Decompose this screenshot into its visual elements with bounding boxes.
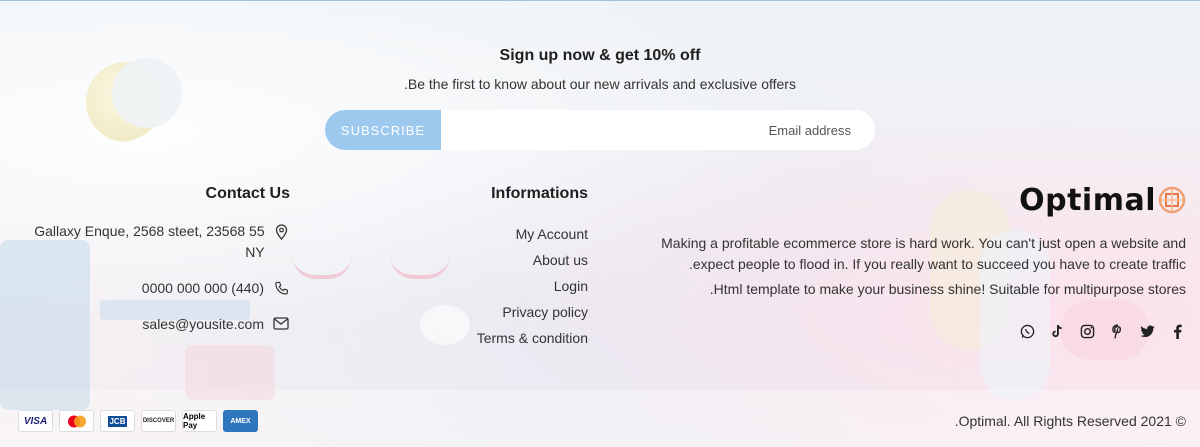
copyright-text: .Optimal. All Rights Reserved 2021 © <box>954 413 1186 429</box>
top-border <box>0 0 1200 1</box>
newsletter-subtitle: .Be the first to know about our new arri… <box>404 76 796 92</box>
envelope-icon <box>272 314 290 330</box>
logo-text: Optimal <box>1019 182 1156 218</box>
subscribe-button[interactable]: SUBSCRIBE <box>325 110 441 150</box>
social-links <box>620 322 1186 340</box>
informations-heading: Informations <box>491 185 588 202</box>
address-text: Gallaxy Enque, 2568 steet, 23568 55 NY <box>34 223 265 260</box>
newsletter-title: Sign up now & get 10% off <box>499 47 701 64</box>
email-text[interactable]: sales@yousite.com <box>142 314 264 335</box>
instagram-icon[interactable] <box>1078 322 1096 340</box>
link-login[interactable]: Login <box>440 273 588 299</box>
link-terms-condition[interactable]: Terms & condition <box>440 325 588 351</box>
link-my-account[interactable]: My Account <box>440 221 588 247</box>
link-about-us[interactable]: About us <box>440 247 588 273</box>
contact-heading: Contact Us <box>205 185 290 202</box>
facebook-icon[interactable] <box>1168 322 1186 340</box>
logo[interactable]: Optimal <box>620 182 1186 218</box>
email-input[interactable] <box>441 110 875 150</box>
mastercard-card-icon <box>59 410 94 432</box>
eyelash-decoration <box>292 255 352 279</box>
phone-icon <box>272 278 290 296</box>
about-text-secondary: .Html template to make your business shi… <box>709 281 1186 297</box>
logo-mark-icon <box>1158 186 1186 214</box>
location-pin-icon <box>273 221 290 240</box>
moon-cut-decoration <box>112 58 182 128</box>
payment-methods: VISA JCB DISCOVER Apple Pay AMEX <box>18 410 258 432</box>
stool-decoration <box>185 345 275 400</box>
tiktok-icon[interactable] <box>1048 322 1066 340</box>
whatsapp-icon[interactable] <box>1018 322 1036 340</box>
contact-email: sales@yousite.com <box>20 314 290 335</box>
contact-phone: 0000 000 000 (440) <box>20 278 290 299</box>
phone-text[interactable]: 0000 000 000 (440) <box>142 278 264 299</box>
jcb-card-icon: JCB <box>100 410 135 432</box>
contact-column: Contact Us Gallaxy Enque, 2568 steet, 23… <box>20 185 290 350</box>
informations-column: Informations My Account About us Login P… <box>440 185 588 351</box>
twitter-icon[interactable] <box>1138 322 1156 340</box>
amex-card-icon: AMEX <box>223 410 258 432</box>
newsletter-form: SUBSCRIBE <box>325 110 875 150</box>
about-text: Making a profitable ecommerce store is h… <box>661 235 1186 272</box>
pinterest-icon[interactable] <box>1108 322 1126 340</box>
apple-pay-card-icon: Apple Pay <box>182 410 217 432</box>
about-column: Optimal Making a profitable ecommerce st… <box>620 183 1186 340</box>
moon-decoration <box>86 62 166 142</box>
discover-card-icon: DISCOVER <box>141 410 176 432</box>
visa-card-icon: VISA <box>18 410 53 432</box>
link-privacy-policy[interactable]: Privacy policy <box>440 299 588 325</box>
contact-address: Gallaxy Enque, 2568 steet, 23568 55 NY <box>20 221 290 263</box>
